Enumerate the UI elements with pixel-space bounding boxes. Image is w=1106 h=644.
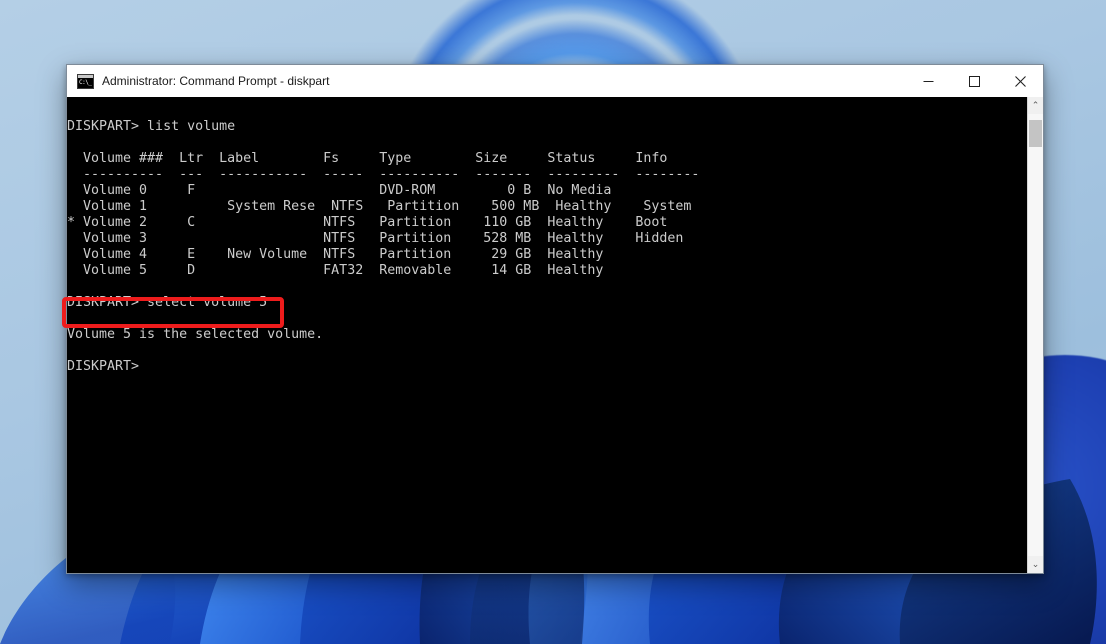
close-button[interactable] [997, 65, 1043, 97]
window-controls[interactable] [905, 65, 1043, 97]
console-scrollbar[interactable]: ⌃ ⌄ [1027, 97, 1043, 573]
console-line: ---------- --- ----------- ----- -------… [67, 167, 1027, 183]
console-line [67, 343, 1027, 359]
console-line [67, 311, 1027, 327]
console-line: DISKPART> [67, 359, 1027, 375]
console-text-buffer[interactable]: DISKPART> list volume Volume ### Ltr Lab… [67, 97, 1027, 573]
cmd-console-icon [77, 74, 94, 89]
scroll-up-arrow-icon[interactable]: ⌃ [1028, 97, 1043, 114]
title-bar[interactable]: Administrator: Command Prompt - diskpart [67, 65, 1043, 97]
console-line: Volume 5 is the selected volume. [67, 327, 1027, 343]
console-line: Volume 0 F DVD-ROM 0 B No Media [67, 183, 1027, 199]
console-line: DISKPART> list volume [67, 119, 1027, 135]
console-line: * Volume 2 C NTFS Partition 110 GB Healt… [67, 215, 1027, 231]
window-title: Administrator: Command Prompt - diskpart [102, 74, 329, 88]
maximize-button[interactable] [951, 65, 997, 97]
console-output-area[interactable]: DISKPART> list volume Volume ### Ltr Lab… [67, 97, 1043, 573]
scrollbar-thumb[interactable] [1029, 120, 1042, 147]
console-line: Volume 3 NTFS Partition 528 MB Healthy H… [67, 231, 1027, 247]
console-line [67, 279, 1027, 295]
title-bar-left: Administrator: Command Prompt - diskpart [67, 74, 329, 89]
console-line: Volume 5 D FAT32 Removable 14 GB Healthy [67, 263, 1027, 279]
console-line: Volume 1 System Rese NTFS Partition 500 … [67, 199, 1027, 215]
console-line: DISKPART> select volume 5 [67, 295, 1027, 311]
console-line: Volume ### Ltr Label Fs Type Size Status… [67, 151, 1027, 167]
scroll-down-arrow-icon[interactable]: ⌄ [1028, 556, 1043, 573]
command-prompt-window[interactable]: Administrator: Command Prompt - diskpart [66, 64, 1044, 574]
minimize-button[interactable] [905, 65, 951, 97]
console-line [67, 135, 1027, 151]
console-line: Volume 4 E New Volume NTFS Partition 29 … [67, 247, 1027, 263]
scrollbar-track[interactable] [1028, 114, 1043, 556]
